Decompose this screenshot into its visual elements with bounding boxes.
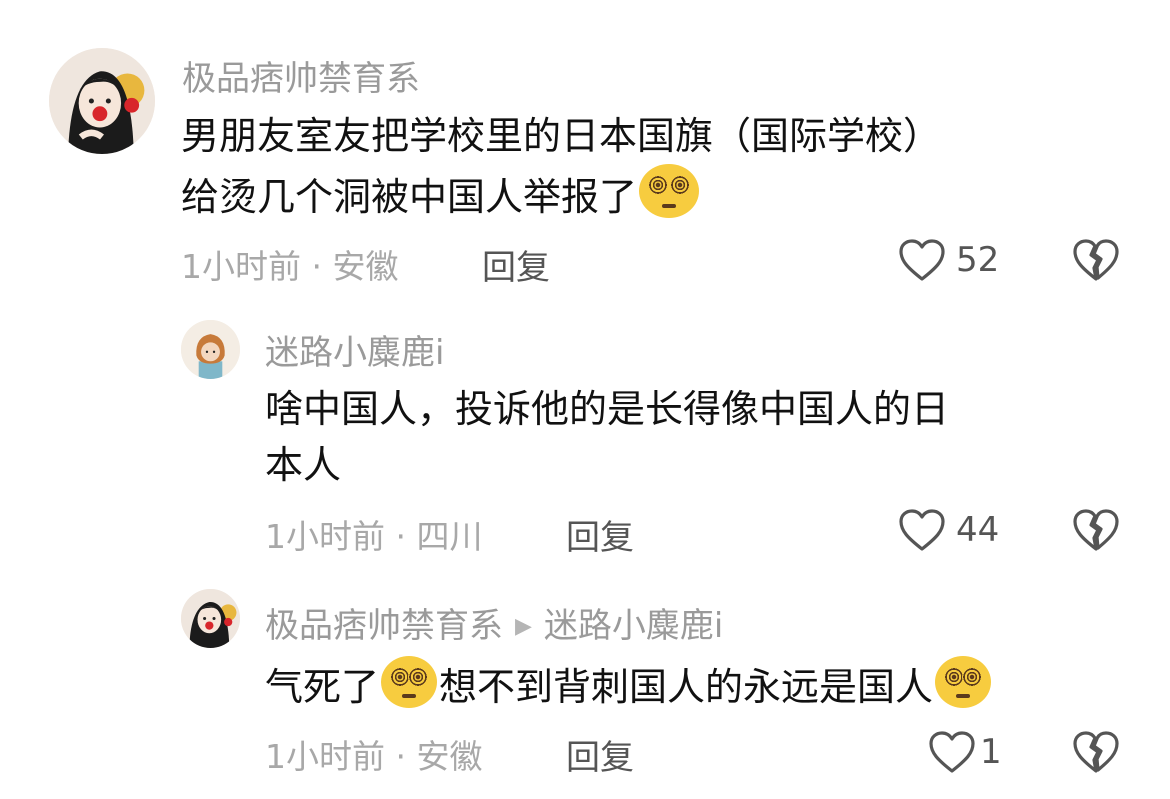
comment-text-line: 气死了 想不到背刺国人的永远是国人 — [265, 656, 993, 715]
comment-text-segment: 想不到背刺国人的永远是国人 — [439, 665, 934, 709]
reply-to-username[interactable]: 迷路小麋鹿i — [544, 606, 723, 646]
reply-button[interactable]: 回复 — [566, 730, 634, 779]
heart-outline-icon — [929, 731, 975, 773]
comment-thread: 极品痞帅禁育系 男朋友室友把学校里的日本国旗（国际学校） 给烫几个洞被中国人举报… — [0, 0, 1170, 799]
broken-heart-icon — [1073, 731, 1119, 773]
username-reply-line: 极品痞帅禁育系 ▶ 迷路小麋鹿i — [265, 598, 723, 647]
comment-time-location: 1小时前 · 安徽 — [265, 737, 483, 776]
username[interactable]: 极品痞帅禁育系 — [265, 606, 503, 646]
comment-text-segment: 气死了 — [265, 665, 380, 709]
reply-item: 极品痞帅禁育系 ▶ 迷路小麋鹿i 气死了 想不到背刺国人的永远是国人 1小时前 · 安… — [0, 0, 1170, 799]
like-button[interactable]: 1 — [928, 730, 1002, 774]
triangle-right-icon: ▶ — [515, 614, 532, 639]
dizzy-face-emoji-icon — [381, 656, 438, 708]
like-count: 1 — [980, 732, 1002, 772]
comment-text: 气死了 想不到背刺国人的永远是国人 — [265, 656, 993, 715]
user-avatar[interactable] — [181, 589, 240, 648]
dizzy-face-emoji-icon — [935, 656, 992, 708]
dislike-button[interactable] — [1072, 730, 1120, 774]
